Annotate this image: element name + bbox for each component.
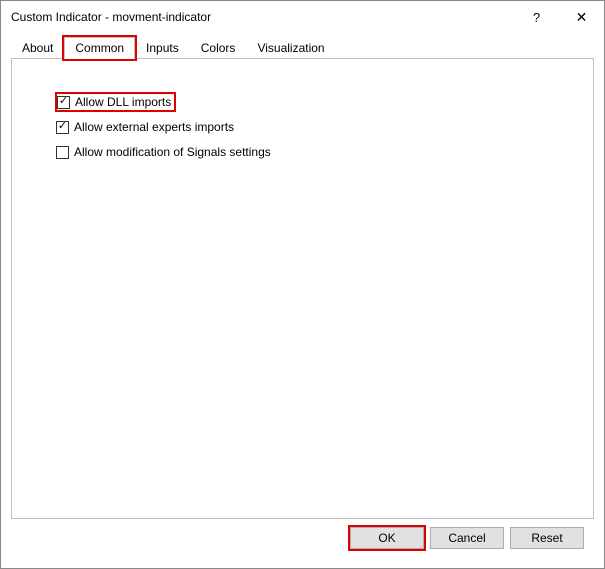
tab-about[interactable]: About <box>11 37 64 59</box>
option-allow-signals[interactable]: Allow modification of Signals settings <box>56 143 593 161</box>
checkbox-icon <box>57 96 70 109</box>
option-label: Allow DLL imports <box>75 95 171 109</box>
cancel-button[interactable]: Cancel <box>430 527 504 549</box>
button-row: OK Cancel Reset <box>11 519 594 549</box>
reset-button[interactable]: Reset <box>510 527 584 549</box>
tab-common[interactable]: Common <box>64 37 135 59</box>
ok-button[interactable]: OK <box>350 527 424 549</box>
option-label: Allow external experts imports <box>74 120 234 134</box>
option-allow-external[interactable]: Allow external experts imports <box>56 118 593 136</box>
tab-strip: About Common Inputs Colors Visualization <box>11 37 594 59</box>
close-button[interactable]: ✕ <box>559 1 604 33</box>
tab-colors[interactable]: Colors <box>190 37 247 59</box>
checkbox-icon <box>56 121 69 134</box>
tab-inputs[interactable]: Inputs <box>135 37 190 59</box>
titlebar: Custom Indicator - movment-indicator ? ✕ <box>1 1 604 33</box>
window-title: Custom Indicator - movment-indicator <box>11 10 514 24</box>
tab-visualization[interactable]: Visualization <box>246 37 335 59</box>
tab-pane-common: Allow DLL imports Allow external experts… <box>11 59 594 519</box>
option-label: Allow modification of Signals settings <box>74 145 271 159</box>
dialog-body: About Common Inputs Colors Visualization… <box>1 33 604 557</box>
option-allow-dll[interactable]: Allow DLL imports <box>56 93 175 111</box>
help-button[interactable]: ? <box>514 1 559 33</box>
checkbox-icon <box>56 146 69 159</box>
